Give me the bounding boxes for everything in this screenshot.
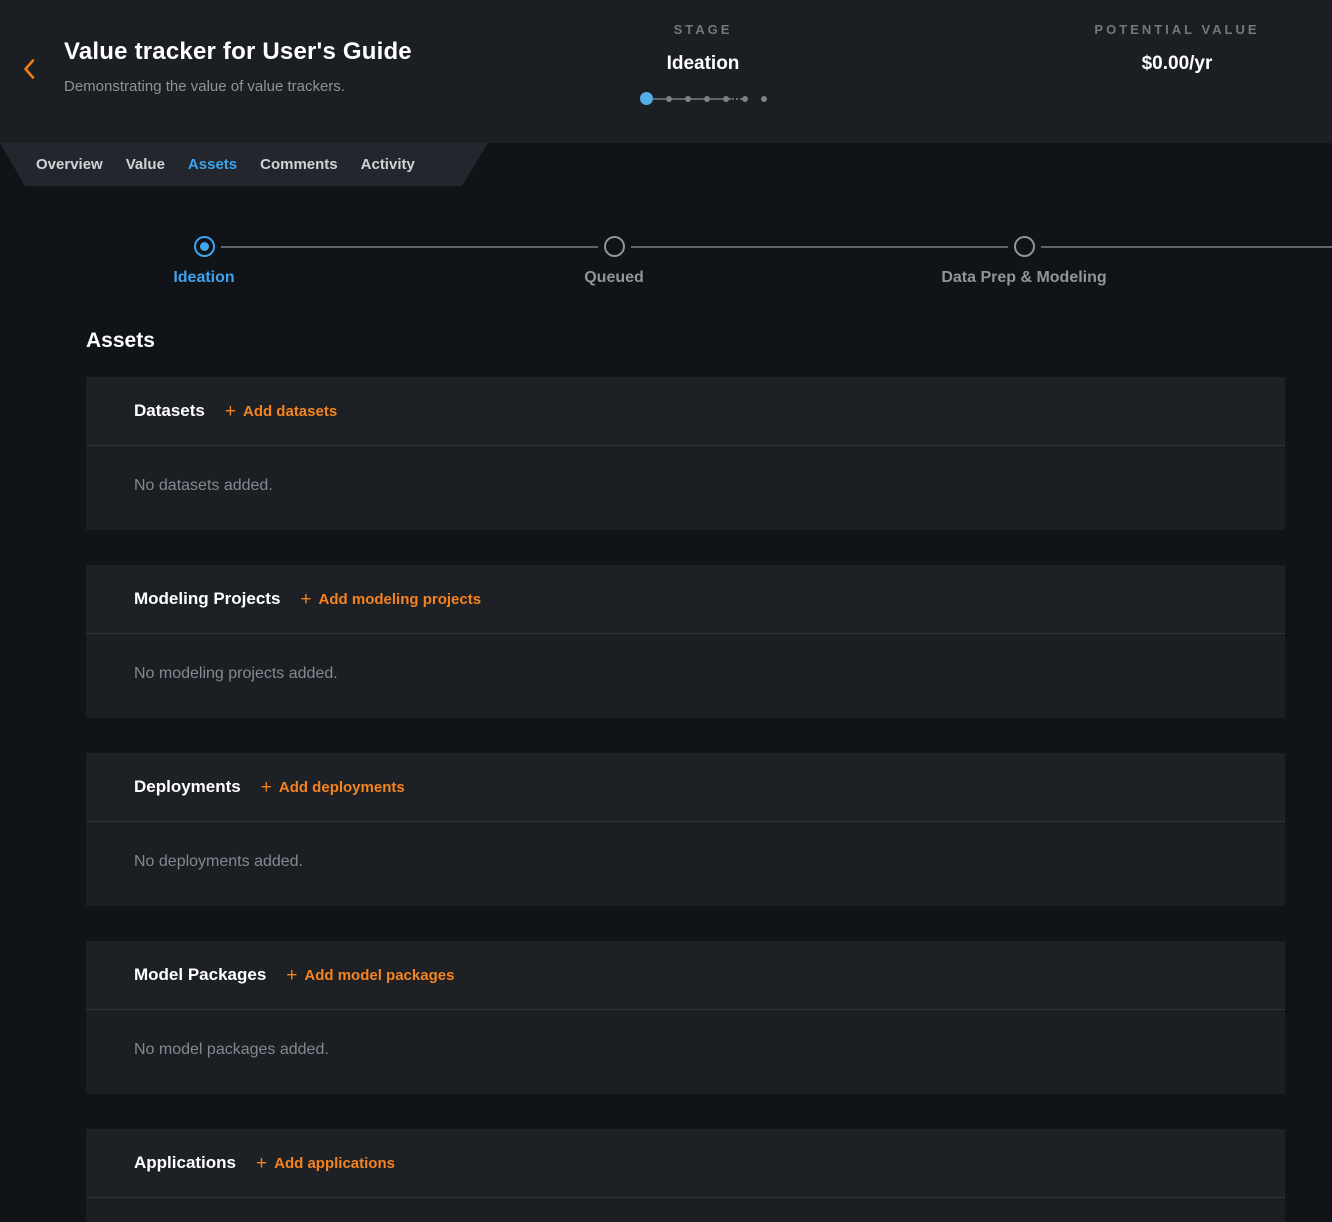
stage-value: Ideation bbox=[543, 53, 863, 75]
page-title: Value tracker for User's Guide bbox=[64, 38, 624, 66]
tab-overview[interactable]: Overview bbox=[36, 156, 103, 173]
stage-label: STAGE bbox=[543, 22, 863, 37]
tab-assets[interactable]: Assets bbox=[188, 156, 237, 173]
tab-comments[interactable]: Comments bbox=[260, 156, 338, 173]
empty-state-text: No modeling projects added. bbox=[134, 665, 1237, 683]
value-tracker-screen: Value tracker for User's Guide Demonstra… bbox=[0, 0, 1332, 1222]
step-circle-active bbox=[194, 236, 215, 257]
section-body: No datasets added. bbox=[86, 446, 1285, 495]
empty-state-text: No deployments added. bbox=[134, 853, 1237, 871]
stage-dot bbox=[742, 96, 748, 102]
stage-dot-connector bbox=[672, 98, 685, 100]
add-model-packages-button[interactable]: + Add model packages bbox=[286, 967, 454, 984]
page-subtitle: Demonstrating the value of value tracker… bbox=[64, 78, 624, 95]
tab-bar: Overview Value Assets Comments Activity bbox=[0, 143, 488, 186]
stage-summary: STAGE Ideation bbox=[543, 22, 863, 105]
add-modeling-projects-button[interactable]: + Add modeling projects bbox=[300, 591, 481, 608]
step-circle bbox=[1014, 236, 1035, 257]
section-title: Deployments bbox=[134, 777, 241, 797]
add-applications-button[interactable]: + Add applications bbox=[256, 1155, 395, 1172]
stage-dot-connector-dotted bbox=[729, 98, 742, 100]
stage-dot-connector bbox=[710, 98, 723, 100]
section-body: No deployments added. bbox=[86, 822, 1285, 871]
step-ideation[interactable]: Ideation bbox=[74, 226, 334, 287]
back-button[interactable] bbox=[14, 56, 42, 84]
plus-icon: + bbox=[300, 592, 311, 607]
chevron-left-icon bbox=[22, 58, 35, 83]
stage-dot-connector bbox=[691, 98, 704, 100]
section-header: Model Packages + Add model packages bbox=[86, 941, 1285, 1010]
potential-value-label: POTENTIAL VALUE bbox=[1017, 22, 1332, 37]
plus-icon: + bbox=[261, 780, 272, 795]
section-header: Deployments + Add deployments bbox=[86, 753, 1285, 822]
potential-value-summary: POTENTIAL VALUE $0.00/yr bbox=[1017, 22, 1332, 75]
step-circle bbox=[604, 236, 625, 257]
title-block: Value tracker for User's Guide Demonstra… bbox=[64, 38, 624, 95]
section-header: Applications + Add applications bbox=[86, 1129, 1285, 1198]
section-modeling-projects: Modeling Projects + Add modeling project… bbox=[86, 565, 1285, 718]
add-deployments-label: Add deployments bbox=[279, 779, 405, 796]
stage-dot-active bbox=[640, 92, 653, 105]
section-body: No modeling projects added. bbox=[86, 634, 1285, 683]
potential-value-amount: $0.00/yr bbox=[1017, 53, 1332, 75]
stage-dot-connector bbox=[653, 98, 666, 100]
section-title: Model Packages bbox=[134, 965, 266, 985]
section-datasets: Datasets + Add datasets No datasets adde… bbox=[86, 377, 1285, 530]
step-queued[interactable]: Queued bbox=[484, 226, 744, 287]
add-modeling-projects-label: Add modeling projects bbox=[319, 591, 482, 608]
tab-value[interactable]: Value bbox=[126, 156, 165, 173]
step-label: Ideation bbox=[74, 269, 334, 287]
add-datasets-button[interactable]: + Add datasets bbox=[225, 403, 337, 420]
section-title: Applications bbox=[134, 1153, 236, 1173]
tab-activity[interactable]: Activity bbox=[361, 156, 415, 173]
section-header: Datasets + Add datasets bbox=[86, 377, 1285, 446]
plus-icon: + bbox=[256, 1156, 267, 1171]
empty-state-text: No model packages added. bbox=[134, 1041, 1237, 1059]
step-circle-inner-dot bbox=[200, 242, 209, 251]
step-label: Queued bbox=[484, 269, 744, 287]
stepper-line bbox=[204, 246, 1332, 248]
plus-icon: + bbox=[286, 968, 297, 983]
stage-dot bbox=[761, 96, 767, 102]
empty-state-text: No datasets added. bbox=[134, 477, 1237, 495]
section-applications: Applications + Add applications bbox=[86, 1129, 1285, 1222]
step-label: Data Prep & Modeling bbox=[894, 269, 1154, 287]
stage-progress-dots bbox=[543, 92, 863, 105]
add-model-packages-label: Add model packages bbox=[304, 967, 454, 984]
add-deployments-button[interactable]: + Add deployments bbox=[261, 779, 405, 796]
section-title: Datasets bbox=[134, 401, 205, 421]
section-body: No model packages added. bbox=[86, 1010, 1285, 1059]
section-body bbox=[86, 1198, 1285, 1222]
section-deployments: Deployments + Add deployments No deploym… bbox=[86, 753, 1285, 906]
add-applications-label: Add applications bbox=[274, 1155, 395, 1172]
add-datasets-label: Add datasets bbox=[243, 403, 337, 420]
app-header: Value tracker for User's Guide Demonstra… bbox=[0, 0, 1332, 143]
stage-stepper: Ideation Queued Data Prep & Modeling bbox=[0, 226, 1332, 296]
plus-icon: + bbox=[225, 404, 236, 419]
step-data-prep-modeling[interactable]: Data Prep & Modeling bbox=[894, 226, 1154, 287]
section-title: Modeling Projects bbox=[134, 589, 280, 609]
section-header: Modeling Projects + Add modeling project… bbox=[86, 565, 1285, 634]
assets-heading: Assets bbox=[86, 329, 155, 353]
section-model-packages: Model Packages + Add model packages No m… bbox=[86, 941, 1285, 1094]
